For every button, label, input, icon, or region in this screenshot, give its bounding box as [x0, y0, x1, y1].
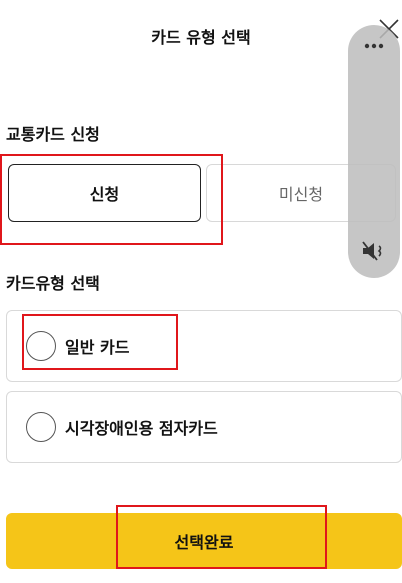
apply-button[interactable]: 신청 [8, 164, 201, 222]
braille-card-label: 시각장애인용 점자카드 [65, 419, 218, 438]
braille-card-option[interactable]: 시각장애인용 점자카드 [6, 391, 402, 463]
general-card-option[interactable]: 일반 카드 [6, 310, 402, 382]
submit-button[interactable]: 선택완료 [6, 513, 402, 569]
radio-icon[interactable] [26, 412, 56, 442]
transit-card-section-label: 교통카드 신청 [6, 125, 100, 144]
page-title: 카드 유형 선택 [151, 28, 251, 47]
floating-control-bar [348, 25, 400, 278]
card-type-section-label: 카드유형 선택 [6, 274, 100, 293]
general-card-label: 일반 카드 [65, 338, 130, 357]
card-type-screen: 카드 유형 선택 교통카드 신청 신청 미신청 카드유형 선택 일반 카드 시각… [0, 0, 402, 583]
radio-icon[interactable] [26, 331, 56, 361]
more-icon[interactable] [360, 39, 388, 53]
mute-icon[interactable] [360, 239, 388, 263]
